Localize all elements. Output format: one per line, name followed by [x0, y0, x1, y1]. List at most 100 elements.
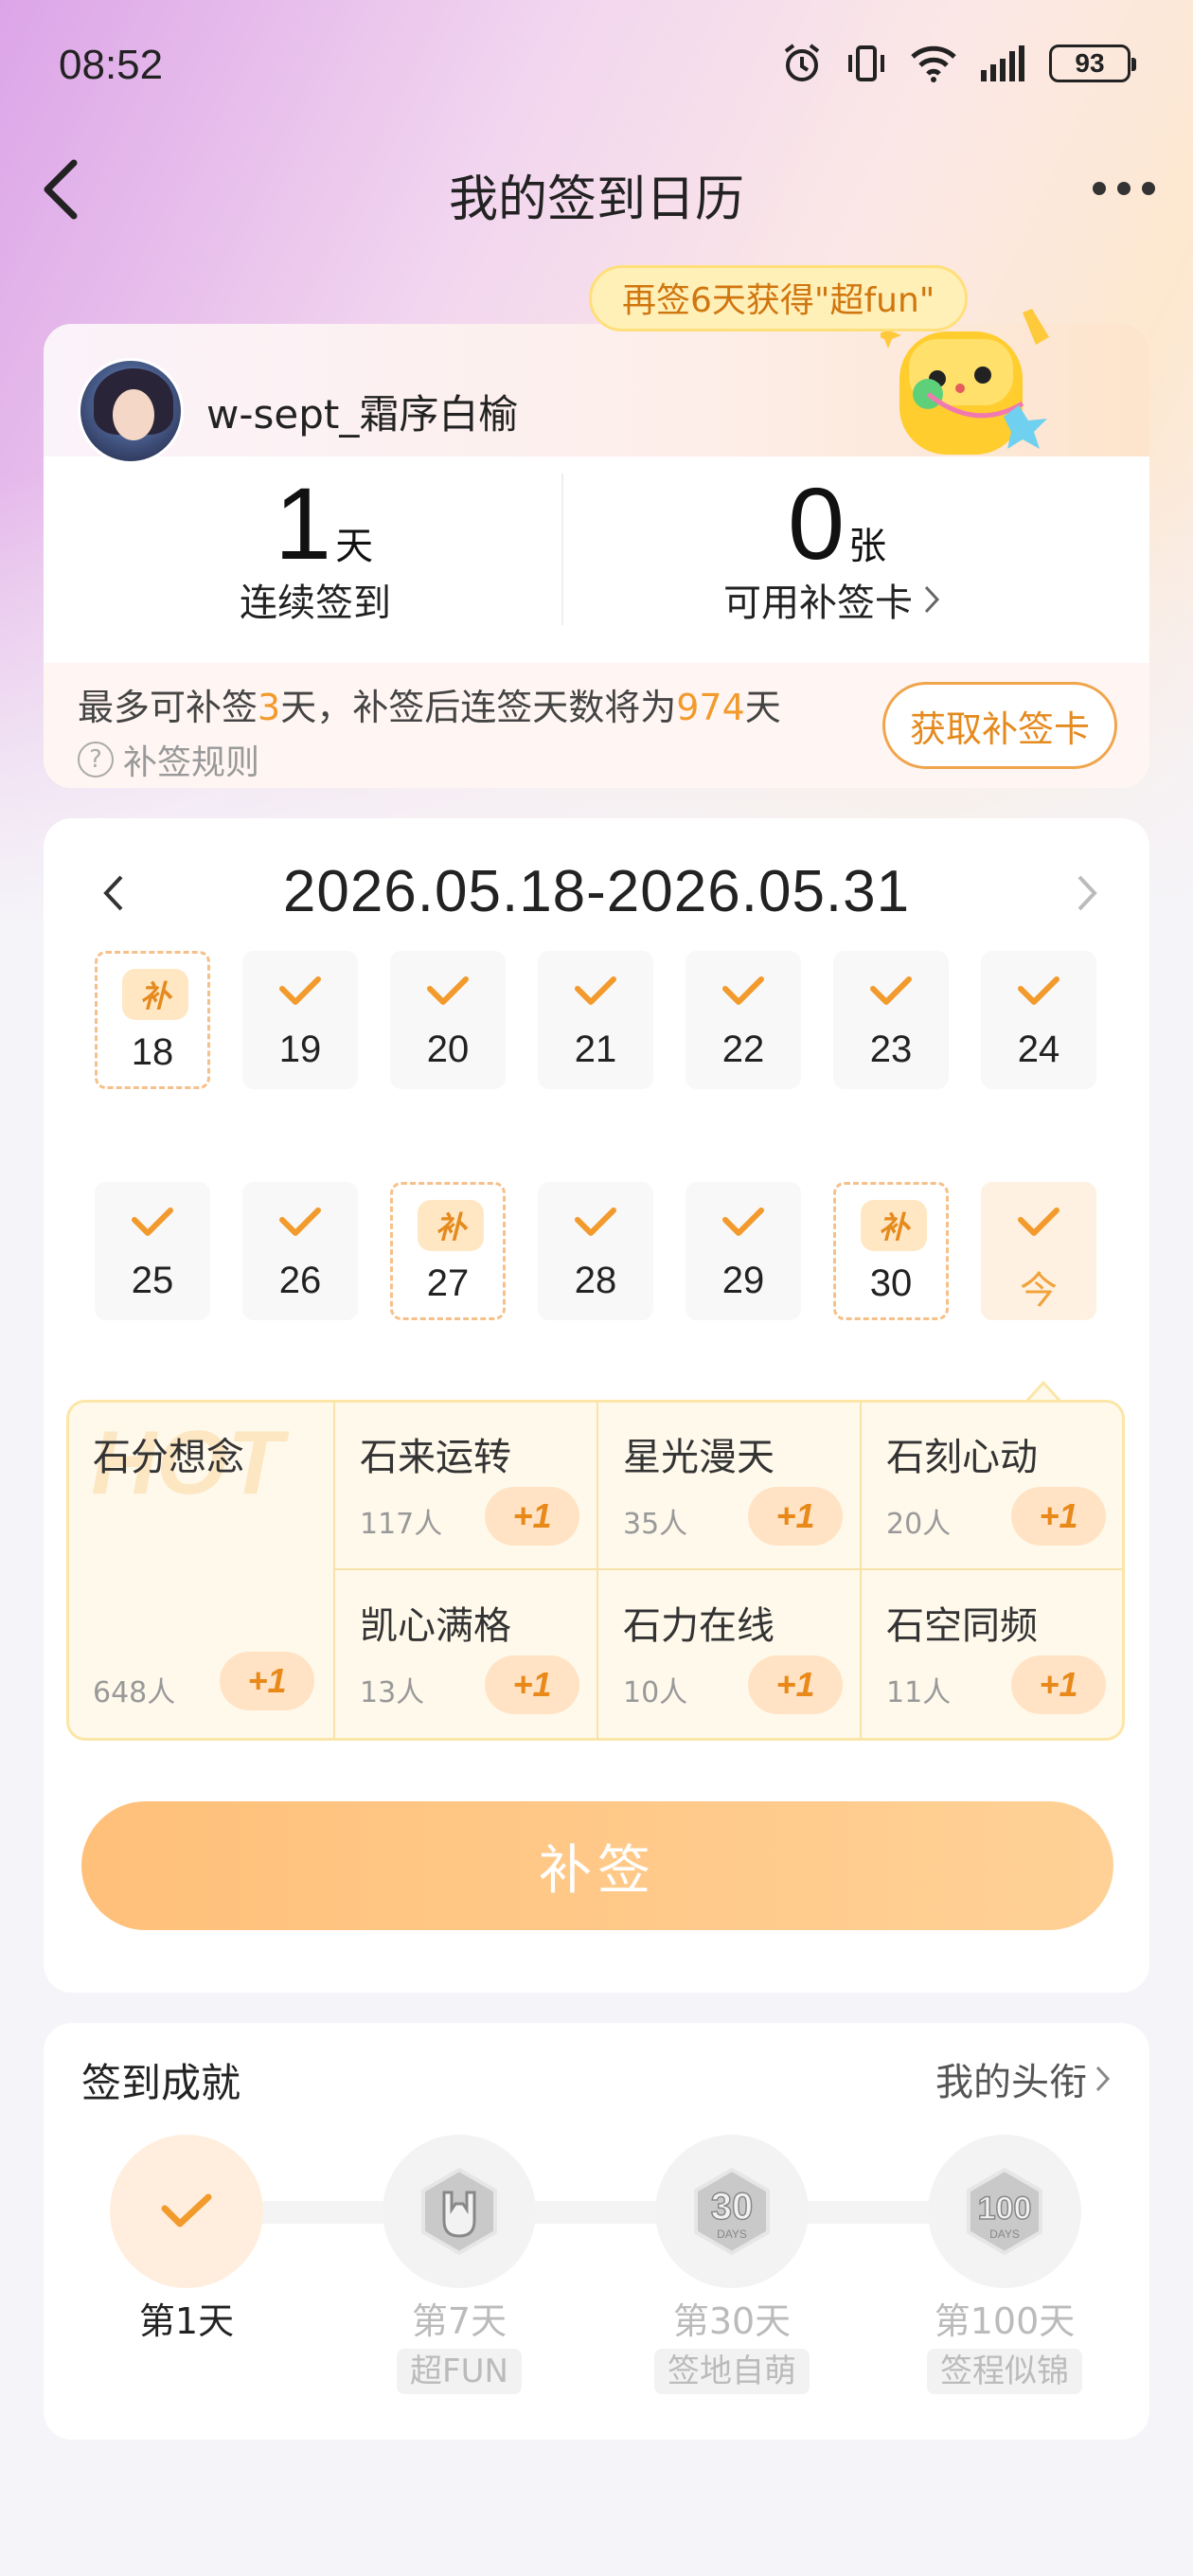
plus-one-button[interactable]: +1 — [485, 1487, 579, 1546]
achievement-node[interactable]: 30 DAYS — [655, 2135, 809, 2288]
streak-unit: 天 — [335, 525, 374, 568]
username: w-sept_霜序白榆 — [206, 391, 519, 438]
day-number: 21 — [574, 1029, 617, 1070]
question-icon: ? — [78, 742, 114, 778]
calendar-day[interactable]: 25 — [95, 1182, 210, 1320]
achievement-tag: 超FUN — [397, 2349, 522, 2394]
svg-text:100: 100 — [978, 2191, 1032, 2227]
check-icon — [161, 2193, 212, 2227]
calendar-day[interactable]: 26 — [242, 1182, 358, 1320]
calendar-day[interactable]: 补 30 — [833, 1182, 949, 1320]
stone-count: 11人 — [886, 1676, 952, 1709]
achievement-day: 第7天 — [411, 2300, 507, 2342]
next-week-icon[interactable] — [1068, 869, 1106, 917]
day-number: 今 — [1020, 1269, 1058, 1313]
check-icon — [132, 1208, 173, 1236]
svg-text:30: 30 — [711, 2186, 754, 2227]
makeup-info-text: 最多可补签3天，补签后连签天数将为974天 — [78, 687, 781, 728]
calendar-day[interactable]: 23 — [833, 951, 949, 1089]
grid-divider — [596, 1402, 598, 1739]
day-number: 22 — [721, 1029, 765, 1070]
achievement-day: 第30天 — [672, 2300, 792, 2342]
stone-count: 20人 — [886, 1508, 952, 1541]
cards-link[interactable]: 可用补签卡 — [723, 572, 941, 627]
thirty-days-medal-icon: 30DAYS — [694, 2167, 770, 2256]
plus-one-button[interactable]: +1 — [485, 1655, 579, 1714]
vibrate-icon — [848, 45, 884, 81]
achievement-node[interactable] — [383, 2135, 536, 2288]
makeup-rules-label: 补签规则 — [123, 743, 260, 782]
stone-name: 石来运转 — [360, 1436, 511, 1479]
svg-text:DAYS: DAYS — [717, 2227, 747, 2241]
svg-text:DAYS: DAYS — [989, 2227, 1020, 2241]
calendar-day[interactable]: 补 27 — [390, 1182, 506, 1320]
achievement-title: 签到成就 — [81, 2060, 241, 2106]
plus-one-button[interactable]: +1 — [748, 1655, 843, 1714]
streak-label: 连续签到 — [240, 581, 391, 625]
plus-one-button[interactable]: +1 — [1011, 1655, 1106, 1714]
signal-icon — [981, 45, 1024, 81]
check-icon — [575, 1208, 616, 1236]
avatar[interactable] — [78, 358, 184, 464]
check-icon — [427, 976, 469, 1005]
calendar-day[interactable]: 20 — [390, 951, 506, 1089]
get-makeup-card-button[interactable]: 获取补签卡 — [882, 682, 1117, 769]
calendar-day[interactable]: 21 — [538, 951, 653, 1089]
plus-one-button[interactable]: +1 — [748, 1487, 843, 1546]
stone-count: 35人 — [623, 1508, 688, 1541]
check-icon — [870, 976, 912, 1005]
status-time: 08:52 — [59, 42, 164, 88]
plus-one-button[interactable]: +1 — [1011, 1487, 1106, 1546]
hundred-days-medal-icon: 100DAYS — [967, 2167, 1042, 2256]
stone-name: 石空同频 — [886, 1604, 1038, 1648]
stone-name: 凯心满格 — [360, 1604, 511, 1648]
cards-label: 可用补签卡 — [723, 581, 913, 625]
stone-count: 13人 — [360, 1676, 425, 1709]
cards-stat[interactable]: 0 张 — [788, 464, 886, 582]
calendar-day[interactable]: 22 — [686, 951, 801, 1089]
stone-name: 石刻心动 — [886, 1436, 1038, 1479]
stat-divider — [561, 474, 563, 625]
calendar-day-today[interactable]: 今 — [981, 1182, 1096, 1320]
grid-divider — [333, 1568, 1123, 1570]
calendar-day[interactable]: 29 — [686, 1182, 801, 1320]
check-icon — [575, 976, 616, 1005]
wifi-icon — [911, 45, 956, 82]
plus-one-button[interactable]: +1 — [220, 1652, 314, 1710]
stone-count: 648人 — [93, 1676, 176, 1709]
day-number: 27 — [426, 1262, 470, 1304]
stone-name: 石力在线 — [623, 1604, 775, 1648]
makeup-signin-button[interactable]: 补签 — [81, 1801, 1113, 1930]
check-icon — [279, 1208, 321, 1236]
achievement-day: 第100天 — [934, 2300, 1076, 2342]
more-icon[interactable] — [1093, 182, 1155, 195]
day-number: 18 — [131, 1031, 174, 1073]
day-number: 29 — [721, 1260, 765, 1301]
my-titles-link[interactable]: 我的头衔 — [935, 2051, 1112, 2106]
makeup-rules-link[interactable]: ? 补签规则 — [78, 735, 259, 784]
back-icon[interactable] — [28, 152, 95, 227]
calendar-day[interactable]: 19 — [242, 951, 358, 1089]
stone-count: 117人 — [360, 1508, 443, 1541]
check-icon — [722, 1208, 764, 1236]
day-number: 28 — [574, 1260, 617, 1301]
cards-unit: 张 — [848, 525, 887, 568]
stone-count: 10人 — [623, 1676, 688, 1709]
calendar-day[interactable]: 24 — [981, 951, 1096, 1089]
day-number: 20 — [426, 1029, 470, 1070]
reward-tip-badge: 再签6天获得"超fun" — [589, 265, 969, 331]
achievement-tag: 签地自萌 — [654, 2349, 810, 2394]
day-number: 26 — [278, 1260, 322, 1301]
achievement-node[interactable]: 100 DAYS — [928, 2135, 1081, 2288]
day-number: 23 — [869, 1029, 913, 1070]
makeup-tag: 补 — [122, 969, 188, 1020]
calendar-day[interactable]: 补 18 — [95, 951, 210, 1089]
calendar-day[interactable]: 28 — [538, 1182, 653, 1320]
alarm-icon — [784, 44, 820, 81]
chevron-right-icon — [1095, 2066, 1111, 2092]
day-number: 25 — [131, 1260, 174, 1301]
check-icon — [722, 976, 764, 1005]
achievement-node[interactable] — [110, 2135, 263, 2288]
day-number: 24 — [1017, 1029, 1060, 1070]
check-icon — [279, 976, 321, 1005]
